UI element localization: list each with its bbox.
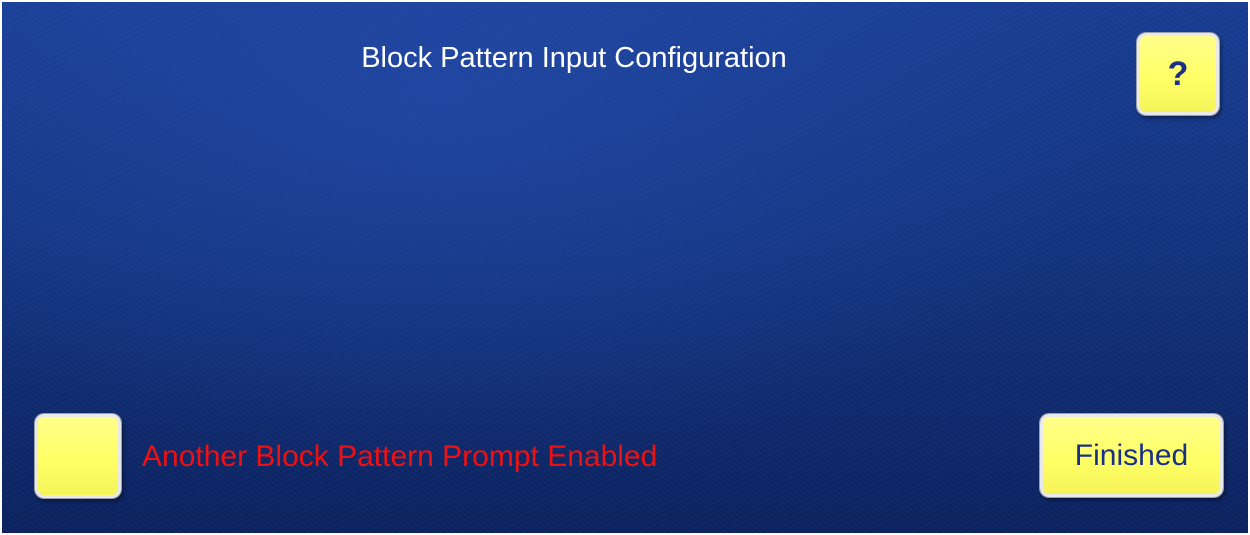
help-button[interactable]: ? (1137, 33, 1219, 115)
finished-button-label: Finished (1074, 438, 1189, 472)
finished-button[interactable]: Finished (1040, 414, 1223, 497)
page-title: Block Pattern Input Configuration (361, 42, 787, 74)
prompt-enabled-label: Another Block Pattern Prompt Enabled (142, 440, 658, 473)
config-screen: Block Pattern Input Configuration ? Anot… (2, 2, 1248, 533)
help-icon: ? (1167, 54, 1189, 93)
prompt-enabled-checkbox[interactable] (35, 414, 121, 498)
